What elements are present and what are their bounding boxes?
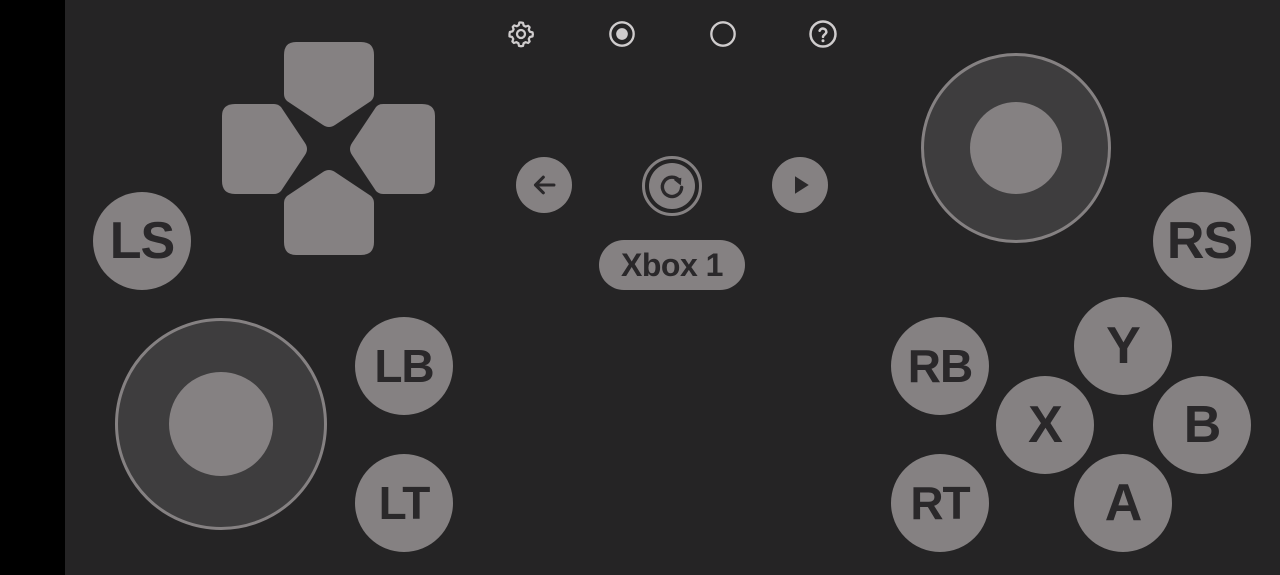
controller-name-badge[interactable]: Xbox 1 [599,240,745,290]
a-button[interactable]: A [1074,454,1172,552]
start-button[interactable] [772,157,828,213]
dpad-left-button[interactable] [222,104,307,194]
radio-checked-icon [609,21,635,47]
lb-button[interactable]: LB [355,317,453,415]
help-icon [809,20,837,48]
reconnect-button-inner [649,163,695,209]
y-button[interactable]: Y [1074,297,1172,395]
left-joystick[interactable] [115,318,327,530]
rb-button[interactable]: RB [891,317,989,415]
settings-button[interactable] [503,16,539,52]
arrow-left-icon [533,175,556,195]
back-button[interactable] [516,157,572,213]
reconnect-button[interactable] [642,156,702,216]
dpad-up-button[interactable] [284,42,374,127]
lt-button[interactable]: LT [355,454,453,552]
rs-button[interactable]: RS [1153,192,1251,290]
left-joystick-knob[interactable] [169,372,273,476]
right-joystick[interactable] [921,53,1111,243]
gear-icon [508,21,534,48]
right-joystick-knob[interactable] [970,102,1062,194]
dpad [222,42,435,255]
b-button[interactable]: B [1153,376,1251,474]
mode-radio-selected[interactable] [604,16,640,52]
mode-radio-unselected[interactable] [705,16,741,52]
ls-button[interactable]: LS [93,192,191,290]
x-button[interactable]: X [996,376,1094,474]
dpad-down-button[interactable] [284,170,374,255]
play-icon [795,176,809,194]
rt-button[interactable]: RT [891,454,989,552]
dpad-right-button[interactable] [350,104,435,194]
radio-unchecked-icon [710,21,736,47]
refresh-icon [660,175,684,199]
help-button[interactable] [805,16,841,52]
